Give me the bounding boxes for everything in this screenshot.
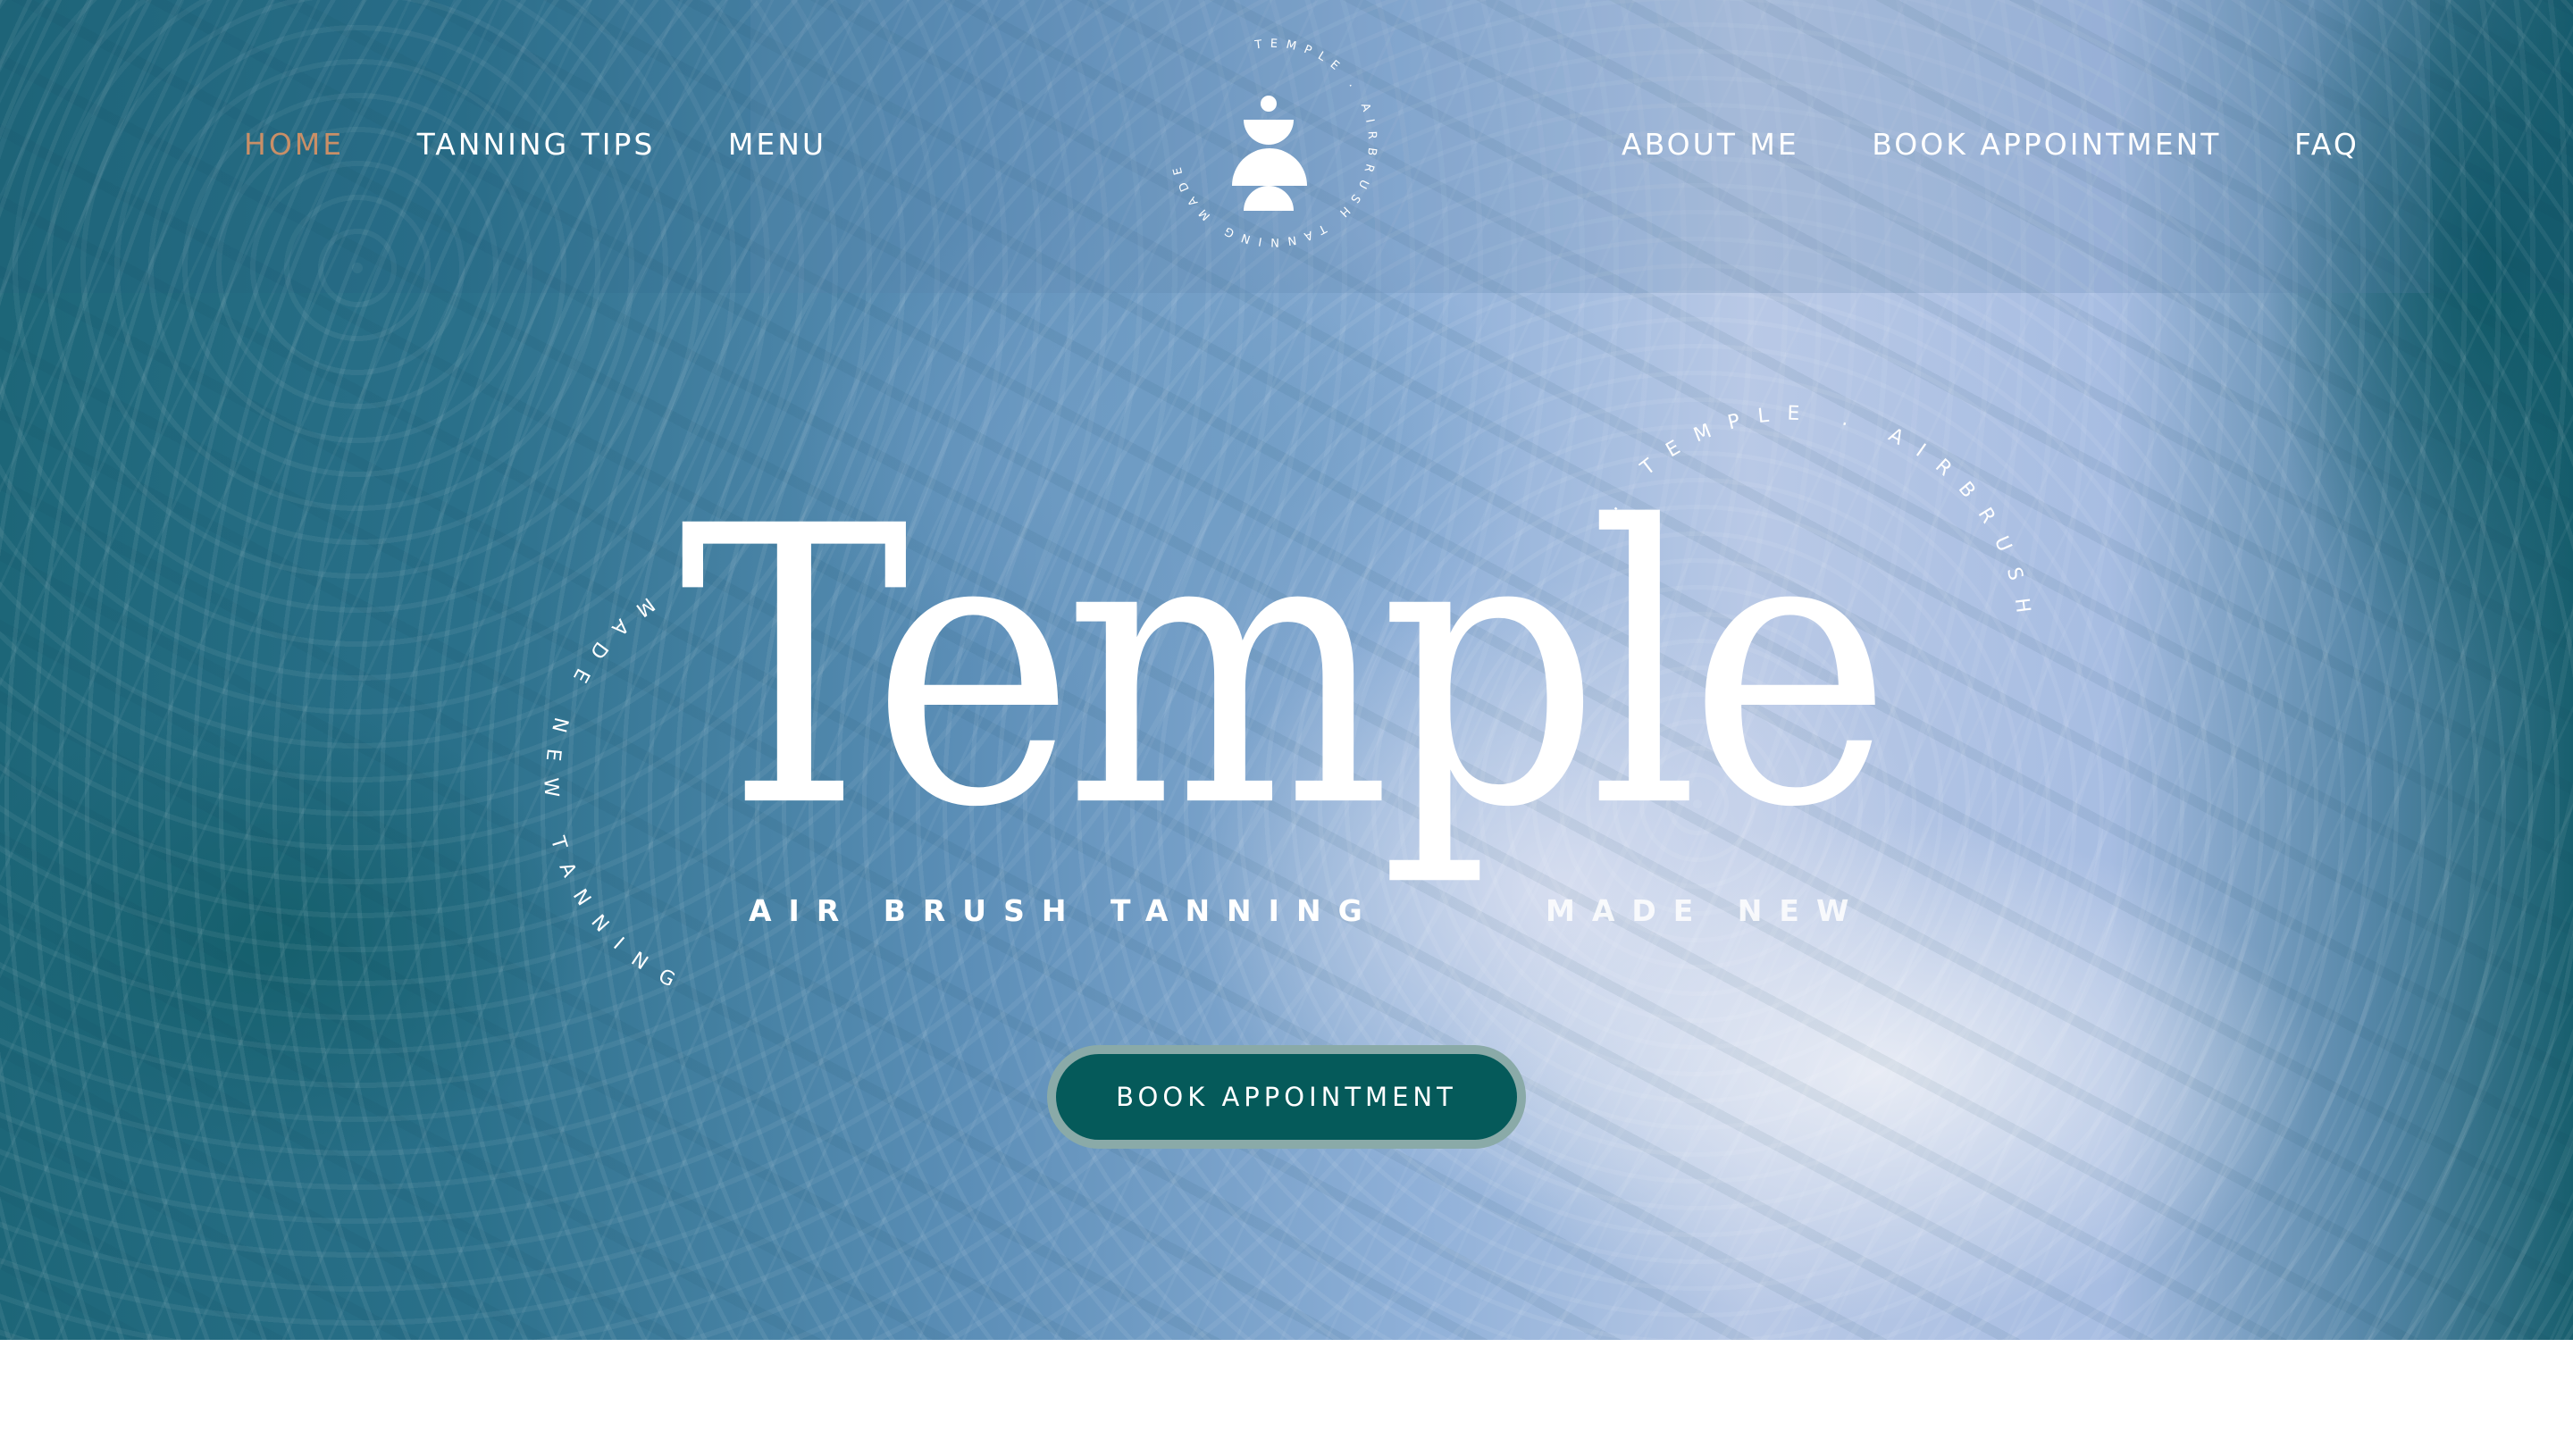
nav-menu[interactable]: MENU	[728, 127, 826, 162]
nav-home[interactable]: HOME	[244, 127, 344, 162]
nav-faq[interactable]: FAQ	[2294, 127, 2359, 162]
content-section	[0, 1340, 2573, 1456]
tagline-right: MADE NEW	[1546, 893, 1866, 928]
nav-right: ABOUT ME BOOK APPOINTMENT FAQ	[1622, 127, 2359, 162]
nav-about-me[interactable]: ABOUT ME	[1622, 127, 1799, 162]
stacked-shapes-logo-icon	[1232, 96, 1307, 211]
tagline-left: AIR BRUSH TANNING	[749, 893, 1379, 928]
svg-text:MADE NEW TANNING: MADE NEW TANNING	[539, 592, 694, 999]
book-appointment-label: BOOK APPOINTMENT	[1056, 1054, 1517, 1140]
hero-wordmark: Temple	[679, 446, 1892, 892]
book-appointment-button[interactable]: BOOK APPOINTMENT	[1047, 1045, 1526, 1149]
nav-left: HOME TANNING TIPS MENU	[244, 127, 826, 162]
logo[interactable]: TEMPLE . AIRBRUSH TANNING MADE NEW .	[1157, 27, 1389, 259]
nav-tanning-tips[interactable]: TANNING TIPS	[417, 127, 656, 162]
nav-book-appointment[interactable]: BOOK APPOINTMENT	[1872, 127, 2221, 162]
hero-background: HOME TANNING TIPS MENU ABOUT ME BOOK APP…	[0, 0, 2573, 1340]
